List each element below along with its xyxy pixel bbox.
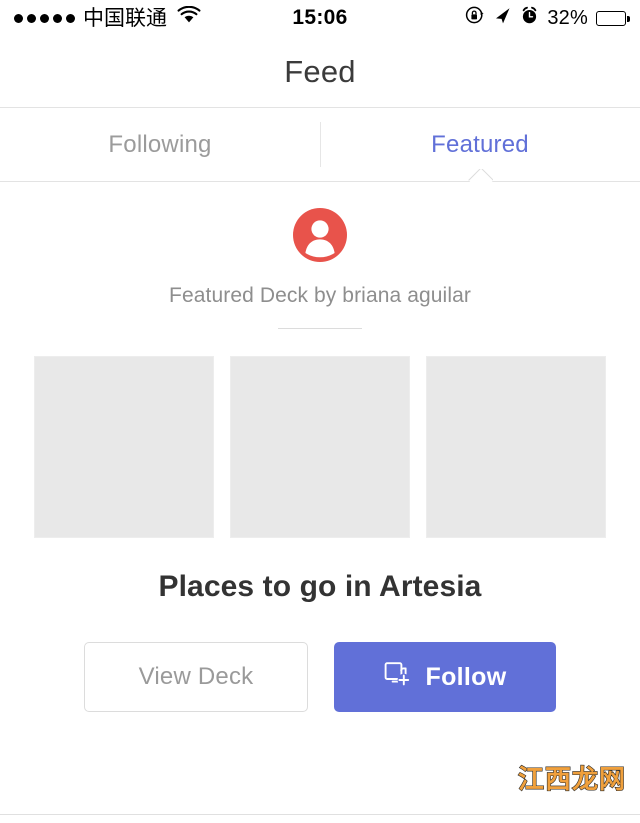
battery-percent-label: 32%: [547, 6, 588, 29]
signal-strength-icon: [14, 13, 75, 23]
rotation-lock-icon: [465, 5, 485, 31]
carrier-name: 中国联通: [83, 5, 167, 30]
follow-button-label: Follow: [425, 662, 507, 691]
byline-divider: [278, 328, 362, 329]
phone-screen: 中国联通 15:06 32% Feed Following Featured F…: [0, 0, 640, 823]
wifi-icon: [177, 5, 201, 30]
feed-card: Featured Deck by briana aguilar Places t…: [0, 182, 640, 823]
deck-thumbnail-2[interactable]: [230, 356, 410, 538]
deck-thumbnail-3[interactable]: [426, 356, 606, 538]
tab-bar: Following Featured: [0, 108, 640, 182]
navigation-bar: Feed: [0, 36, 640, 108]
status-bar: 中国联通 15:06 32%: [0, 0, 640, 36]
add-to-collection-icon: [384, 660, 412, 695]
page-title: Feed: [284, 53, 356, 89]
tab-featured-label: Featured: [431, 130, 529, 158]
view-deck-button[interactable]: View Deck: [84, 642, 308, 712]
footer-divider: [0, 814, 640, 815]
status-bar-left: 中国联通: [14, 5, 201, 30]
deck-thumbnail-1[interactable]: [34, 356, 214, 538]
tab-following[interactable]: Following: [0, 108, 320, 181]
deck-byline: Featured Deck by briana aguilar: [169, 284, 471, 307]
alarm-clock-icon: [520, 6, 539, 31]
location-arrow-icon: [493, 6, 512, 31]
avatar[interactable]: [293, 208, 347, 262]
tab-featured[interactable]: Featured: [320, 108, 640, 181]
follow-button[interactable]: Follow: [334, 642, 556, 712]
deck-actions: View Deck Follow: [84, 642, 556, 712]
deck-title: Places to go in Artesia: [158, 570, 482, 603]
active-tab-caret-icon: [467, 169, 493, 182]
tab-following-label: Following: [108, 130, 212, 158]
battery-icon: [596, 10, 630, 26]
watermark: 江西龙网: [517, 765, 626, 795]
status-bar-right: 32%: [465, 5, 630, 31]
deck-thumbnail-row: [0, 356, 640, 538]
